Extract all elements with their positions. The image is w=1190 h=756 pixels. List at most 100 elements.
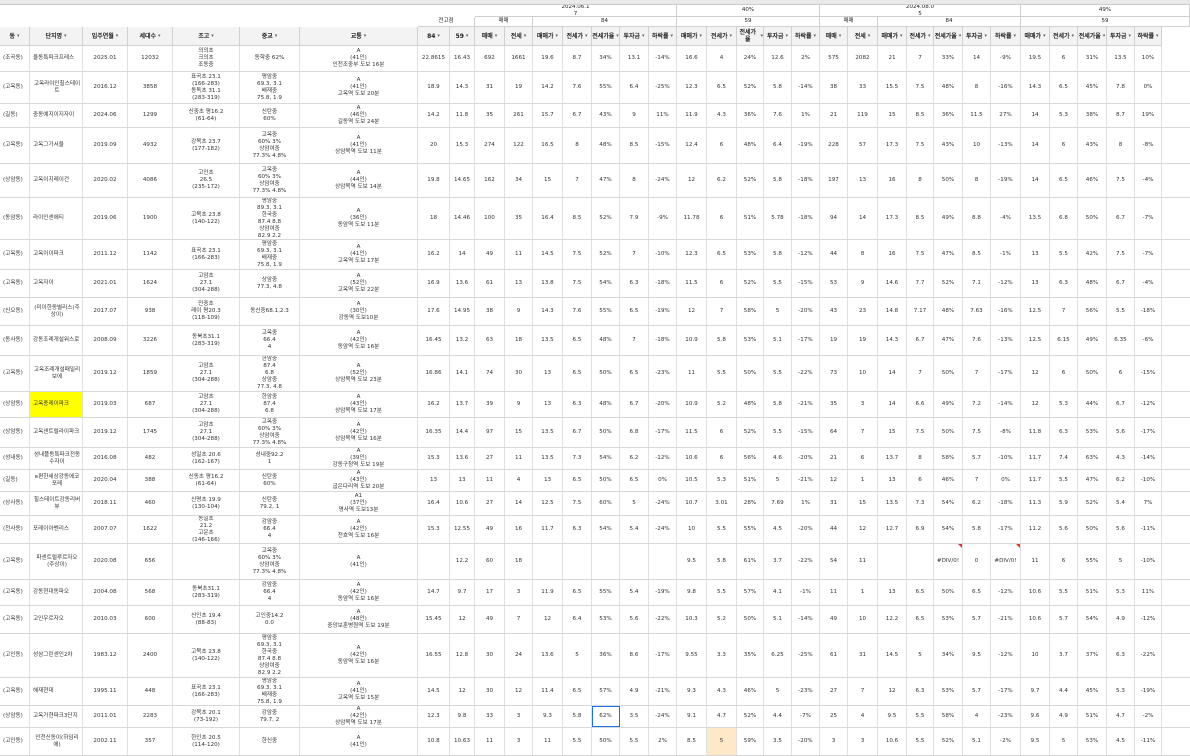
complex-name-cell[interactable]: 율동특파크프레스: [30, 46, 83, 71]
table-cell[interactable]: 63%: [1078, 448, 1107, 469]
table-cell[interactable]: 19%: [1135, 104, 1162, 127]
table-cell[interactable]: 고옥중 60% 3% 상암여중 77.3% 4.8%: [240, 128, 300, 163]
table-cell[interactable]: 4.9: [1107, 606, 1135, 633]
table-cell[interactable]: 14: [1021, 128, 1050, 163]
table-cell[interactable]: -16%: [991, 72, 1021, 103]
table-cell[interactable]: 6.2: [620, 448, 649, 469]
table-cell[interactable]: 3.7: [1050, 634, 1078, 677]
table-cell[interactable]: 4932: [128, 128, 173, 163]
table-row[interactable]: (고옥동) 고옥조례개설패밀리보에 2019.12 1859 고암초 27.1 (304…: [0, 356, 1190, 392]
table-cell[interactable]: -7%: [1135, 198, 1162, 239]
table-cell[interactable]: 9.5: [1021, 728, 1050, 755]
table-cell[interactable]: 5.8: [963, 516, 991, 543]
table-cell[interactable]: 7.8: [1107, 72, 1135, 103]
table-cell[interactable]: 19: [505, 72, 533, 103]
table-cell[interactable]: 7: [563, 164, 592, 197]
table-cell[interactable]: 14.3: [450, 72, 475, 103]
table-cell[interactable]: 6.15: [1050, 326, 1078, 355]
table-cell[interactable]: 7.1: [963, 270, 991, 297]
table-cell[interactable]: 5: [907, 634, 934, 677]
table-cell[interactable]: 12: [677, 164, 707, 197]
table-cell[interactable]: 43%: [934, 128, 963, 163]
table-cell[interactable]: 11.78: [677, 198, 707, 239]
table-cell[interactable]: 5.6: [620, 606, 649, 633]
filter-arrow-icon[interactable]: ▾: [1043, 33, 1046, 40]
table-row[interactable]: (고옥동) 해재현대 1995.11 448 표곡초 23.1 (166-283) 평암중…: [0, 678, 1190, 706]
filter-arrow-icon[interactable]: ▾: [64, 33, 67, 40]
table-cell[interactable]: 17.6: [418, 298, 450, 325]
table-row[interactable]: (길동) 중동예지이지자이 2024.06 1299 신중초 평16.2 (61-64)…: [0, 104, 1190, 128]
table-cell[interactable]: 12: [450, 606, 475, 633]
table-cell[interactable]: 12.7: [878, 516, 907, 543]
table-cell[interactable]: 6.3: [563, 392, 592, 417]
table-cell[interactable]: -2%: [991, 728, 1021, 755]
table-cell[interactable]: 12: [450, 678, 475, 705]
table-cell[interactable]: 4.3: [707, 678, 737, 705]
table-cell[interactable]: 51%: [1078, 706, 1107, 727]
spreadsheet[interactable]: 2024.06.1 7 40% 2024.08.0 5 49% 전고점 매매 84 59 매매 8…: [0, 0, 1190, 756]
table-cell[interactable]: -18%: [792, 164, 820, 197]
table-cell[interactable]: 2400: [128, 634, 173, 677]
table-cell[interactable]: -18%: [792, 198, 820, 239]
table-cell[interactable]: 7.6: [963, 326, 991, 355]
table-cell[interactable]: -14%: [649, 46, 677, 71]
table-cell[interactable]: 11.8: [1021, 418, 1050, 447]
table-cell[interactable]: 7: [963, 470, 991, 491]
table-cell[interactable]: 9.8: [677, 580, 707, 605]
table-cell[interactable]: 성내중92.2 1: [240, 448, 300, 469]
table-cell[interactable]: 9.5: [878, 706, 907, 727]
table-cell[interactable]: 24: [505, 634, 533, 677]
table-cell[interactable]: 34%: [934, 634, 963, 677]
table-cell[interactable]: 5.8: [764, 164, 792, 197]
table-cell[interactable]: 13: [533, 356, 563, 391]
table-cell[interactable]: (고옥동): [0, 270, 30, 297]
table-cell[interactable]: 13: [505, 270, 533, 297]
column-header-29[interactable]: 전세가 ▾: [1050, 27, 1078, 46]
table-cell[interactable]: -10%: [991, 448, 1021, 469]
complex-name-cell[interactable]: 고인우르자오: [30, 606, 83, 633]
table-cell[interactable]: 6.5: [563, 678, 592, 705]
table-cell[interactable]: 5.4: [1107, 492, 1135, 515]
table-cell[interactable]: 6.6: [907, 392, 934, 417]
table-cell[interactable]: 938: [128, 298, 173, 325]
table-cell[interactable]: 고암초 27.1 (304-288): [173, 356, 240, 391]
table-cell[interactable]: 7.5: [563, 270, 592, 297]
filter-arrow-icon[interactable]: ▾: [839, 33, 842, 40]
filter-arrow-icon[interactable]: ▾: [814, 33, 817, 40]
table-cell[interactable]: -12%: [991, 580, 1021, 605]
table-cell[interactable]: 15.3: [418, 516, 450, 543]
table-cell[interactable]: 7: [963, 356, 991, 391]
table-cell[interactable]: (고옥동): [0, 72, 30, 103]
table-cell[interactable]: 51%: [737, 470, 764, 491]
table-cell[interactable]: 482: [128, 448, 173, 469]
table-cell[interactable]: 45%: [1078, 72, 1107, 103]
complex-name-cell[interactable]: 고옥센트럴라이파크: [30, 418, 83, 447]
table-cell[interactable]: (상암동): [0, 418, 30, 447]
table-cell[interactable]: 8: [620, 164, 649, 197]
column-header-17[interactable]: 전세가 ▾: [707, 27, 737, 46]
table-cell[interactable]: 5.8: [707, 544, 737, 579]
table-cell[interactable]: A (41인): [300, 544, 418, 579]
table-cell[interactable]: 11%: [1135, 580, 1162, 605]
filter-arrow-icon[interactable]: ▾: [1072, 33, 1075, 40]
column-header-10[interactable]: 전세 ▾: [505, 27, 533, 46]
table-cell[interactable]: 신중초 평16.2 (61-64): [173, 104, 240, 127]
table-cell[interactable]: 15.7: [533, 104, 563, 127]
table-cell[interactable]: 5: [1050, 728, 1078, 755]
table-cell[interactable]: 7.63: [963, 298, 991, 325]
table-cell[interactable]: -11%: [1135, 728, 1162, 755]
table-cell[interactable]: 5.7: [963, 448, 991, 469]
table-cell[interactable]: (길동): [0, 104, 30, 127]
filter-arrow-icon[interactable]: ▾: [642, 33, 645, 40]
table-cell[interactable]: 2004.08: [83, 580, 128, 605]
table-cell[interactable]: 한암중 87.4 6.8: [240, 392, 300, 417]
table-cell[interactable]: 6.4: [764, 128, 792, 163]
table-cell[interactable]: 6.5: [1050, 72, 1078, 103]
table-row[interactable]: (상암동) 고옥종레이파크 2019.03 687 고암초 27.1 (304-288)…: [0, 392, 1190, 418]
complex-name-cell[interactable]: 성삼그린센인2차: [30, 634, 83, 677]
table-cell[interactable]: 평암중 89.3, 3.1 한국중 87.4 8.8 상암여중 82.9 2.2: [240, 198, 300, 239]
table-cell[interactable]: 6.35: [1107, 326, 1135, 355]
table-cell[interactable]: 표곡초 23.1 (166-283): [173, 240, 240, 269]
table-cell[interactable]: 12.6: [764, 46, 792, 71]
table-cell[interactable]: 6.5: [620, 356, 649, 391]
